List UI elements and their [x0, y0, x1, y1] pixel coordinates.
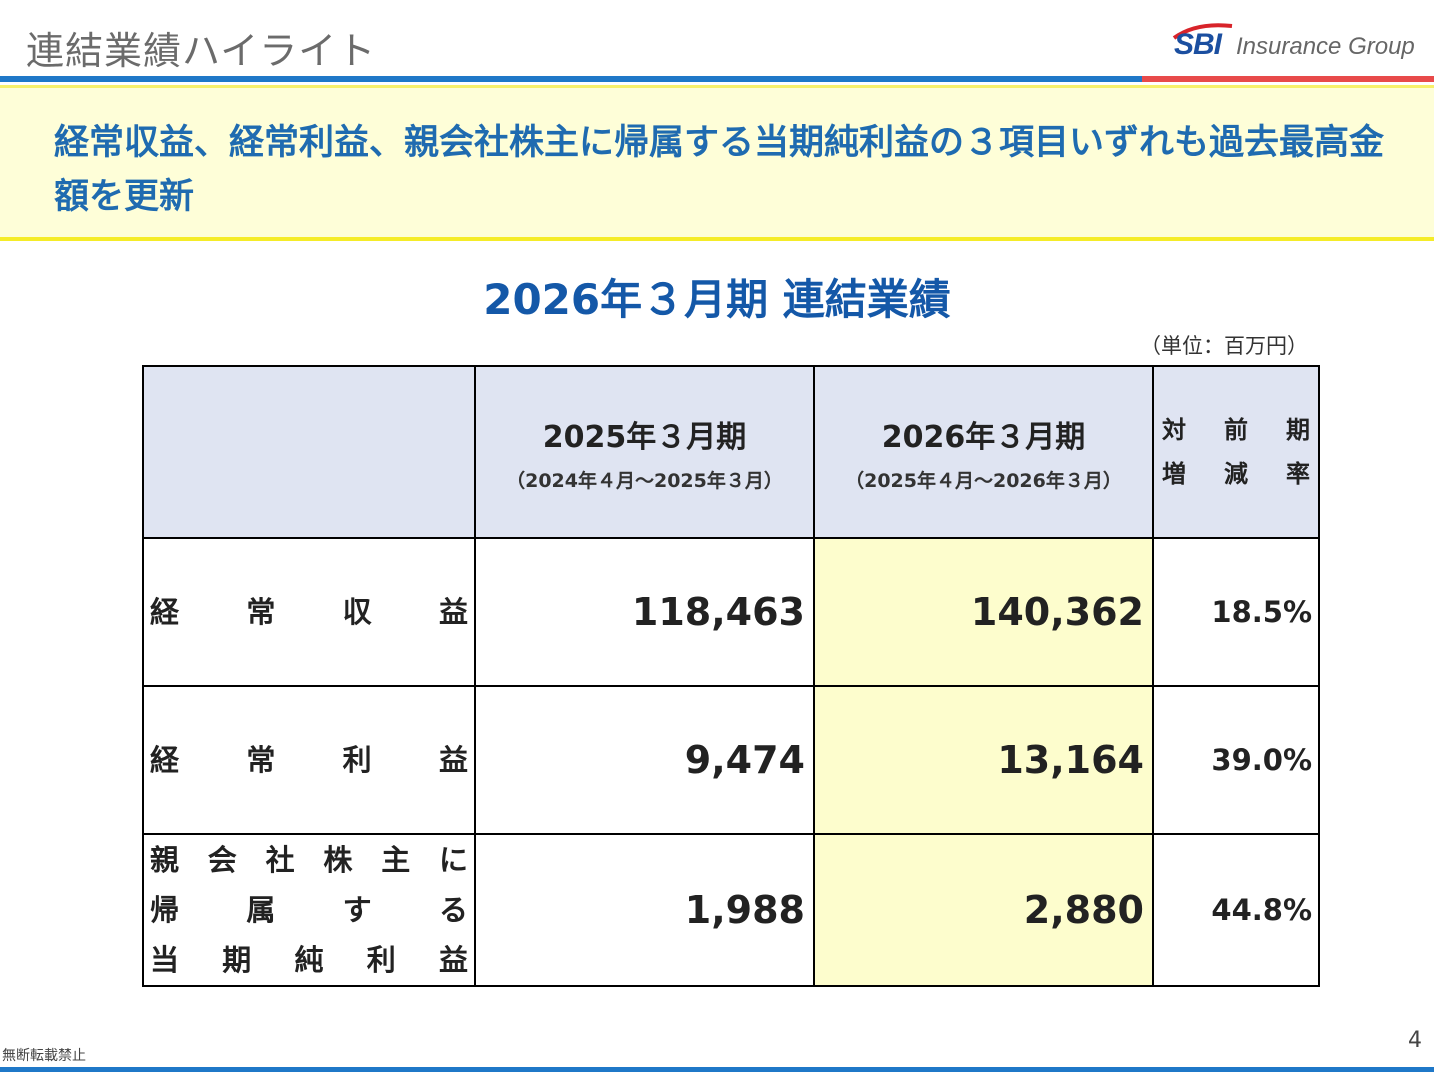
logo-group-text: Insurance Group — [1236, 33, 1415, 60]
label-char: 経 — [150, 595, 180, 629]
results-table: 2025年３月期 （2024年４月～2025年３月） 2026年３月期 （202… — [142, 365, 1320, 987]
unit-label: （単位：百万円） — [1140, 334, 1308, 358]
label-char: 利 — [366, 943, 396, 977]
label-char: 純 — [294, 943, 324, 977]
label-char: 株 — [323, 843, 353, 877]
curr-value: 140,362 — [813, 537, 1154, 687]
highlight-banner: 経常収益、経常利益、親会社株主に帰属する当期純利益の３項目いずれも過去最高金額を… — [0, 85, 1434, 241]
label-char: 益 — [438, 595, 468, 629]
table-header-row: 2025年３月期 （2024年４月～2025年３月） 2026年３月期 （202… — [142, 365, 1320, 539]
change-rate: 44.8% — [1152, 833, 1320, 987]
label-char: 経 — [150, 743, 180, 777]
prev-value: 1,988 — [474, 833, 815, 987]
table-title: 2026年３月期 連結業績 — [483, 275, 951, 324]
label-char: 常 — [246, 595, 276, 629]
header-divider — [0, 76, 1434, 82]
label-char: 会 — [207, 843, 237, 877]
label-char: す — [342, 893, 372, 927]
change-header-char: 対 — [1162, 416, 1186, 444]
header-curr-period: 2026年３月期 （2025年４月～2026年３月） — [813, 365, 1154, 539]
change-rate: 18.5% — [1152, 537, 1320, 687]
curr-value: 2,880 — [813, 833, 1154, 987]
label-char: 常 — [246, 743, 276, 777]
curr-period-range: （2025年４月～2026年３月） — [845, 469, 1122, 492]
page-number: 4 — [1408, 1028, 1422, 1053]
prev-period-range: （2024年４月～2025年３月） — [506, 469, 783, 492]
change-header-char: 減 — [1224, 460, 1248, 488]
table-row: 経 常 利 益 9,474 13,164 39.0% — [142, 685, 1320, 835]
table-row: 親 会 社 株 主 に 帰 属 す る 当 期 純 利 益 1,988 2,88 — [142, 833, 1320, 987]
prev-period-label: 2025年３月期 — [542, 419, 747, 455]
prev-value: 9,474 — [474, 685, 815, 835]
label-char: 社 — [265, 843, 295, 877]
header-change-rate: 対 前 期 増 減 率 — [1152, 365, 1320, 539]
copyright-note: 無断転載禁止 — [2, 1048, 86, 1064]
label-char: 帰 — [150, 893, 180, 927]
page-title: 連結業績ハイライト — [26, 29, 377, 73]
footer-divider — [0, 1067, 1434, 1072]
curr-period-label: 2026年３月期 — [881, 419, 1086, 455]
header-prev-period: 2025年３月期 （2024年４月～2025年３月） — [474, 365, 815, 539]
change-header-char: 増 — [1162, 460, 1186, 488]
sbi-logo: SBI Insurance Group — [1166, 20, 1416, 70]
change-header-char: 率 — [1286, 460, 1310, 488]
row-label-ordinary-revenue: 経 常 収 益 — [142, 537, 476, 687]
label-char: 収 — [342, 595, 372, 629]
label-char: に — [438, 843, 468, 877]
label-char: 利 — [342, 743, 372, 777]
row-label-net-income: 親 会 社 株 主 に 帰 属 す る 当 期 純 利 益 — [142, 833, 476, 987]
label-char: 属 — [246, 893, 276, 927]
label-char: 当 — [150, 943, 180, 977]
label-char: 益 — [438, 943, 468, 977]
table-row: 経 常 収 益 118,463 140,362 18.5% — [142, 537, 1320, 687]
label-char: 主 — [381, 843, 411, 877]
header-empty-cell — [142, 365, 476, 539]
label-char: 益 — [438, 743, 468, 777]
label-char: 親 — [150, 843, 180, 877]
banner-message: 経常収益、経常利益、親会社株主に帰属する当期純利益の３項目いずれも過去最高金額を… — [54, 123, 1385, 217]
row-label-ordinary-profit: 経 常 利 益 — [142, 685, 476, 835]
label-char: る — [438, 893, 468, 927]
logo-brand: SBI — [1174, 28, 1222, 61]
change-header-char: 期 — [1286, 416, 1310, 444]
change-rate: 39.0% — [1152, 685, 1320, 835]
curr-value: 13,164 — [813, 685, 1154, 835]
change-header-char: 前 — [1224, 416, 1248, 444]
prev-value: 118,463 — [474, 537, 815, 687]
label-char: 期 — [222, 943, 252, 977]
